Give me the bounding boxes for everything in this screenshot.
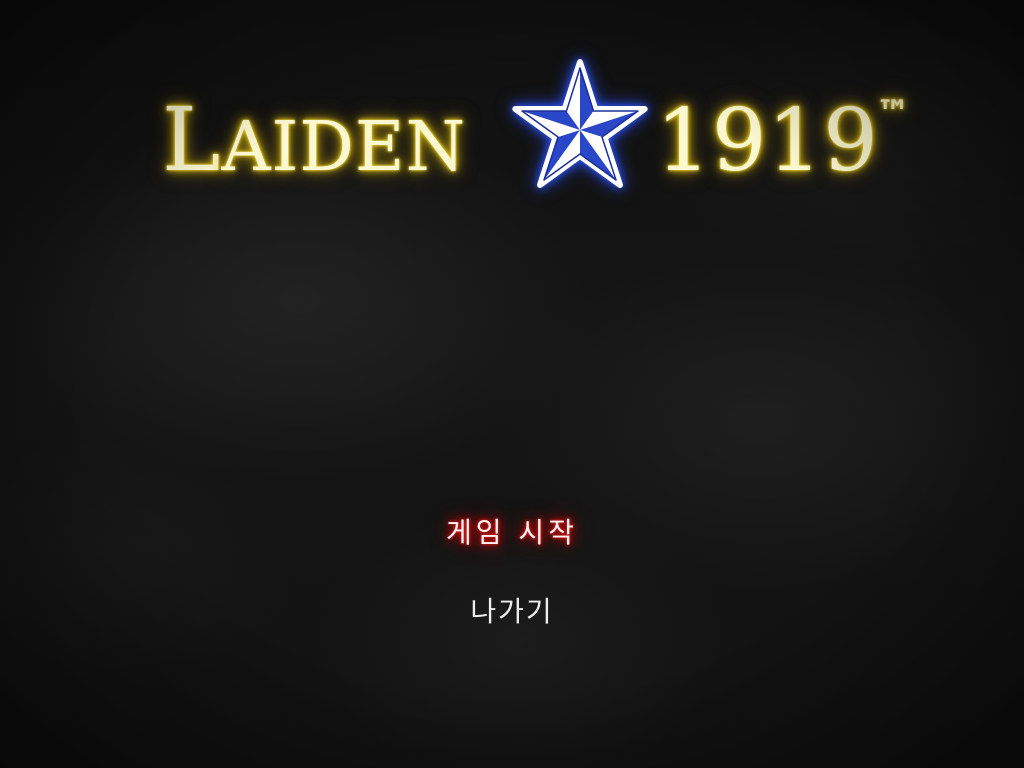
logo-year: 1919 xyxy=(656,91,879,191)
title-screen: LAIDEN 1919 ™ 게임 시작 나가기 xyxy=(0,0,1024,768)
start-game-button[interactable]: 게임 시작 xyxy=(0,511,1024,551)
trademark-symbol: ™ xyxy=(876,93,910,133)
logo-title: LAIDEN xyxy=(162,96,466,184)
logo-title-initial: L xyxy=(162,88,222,191)
exit-button[interactable]: 나가기 xyxy=(0,590,1024,630)
nautical-star-icon xyxy=(512,59,648,188)
logo-title-rest: AIDEN xyxy=(221,108,467,187)
game-logo: LAIDEN 1919 ™ xyxy=(158,58,938,198)
